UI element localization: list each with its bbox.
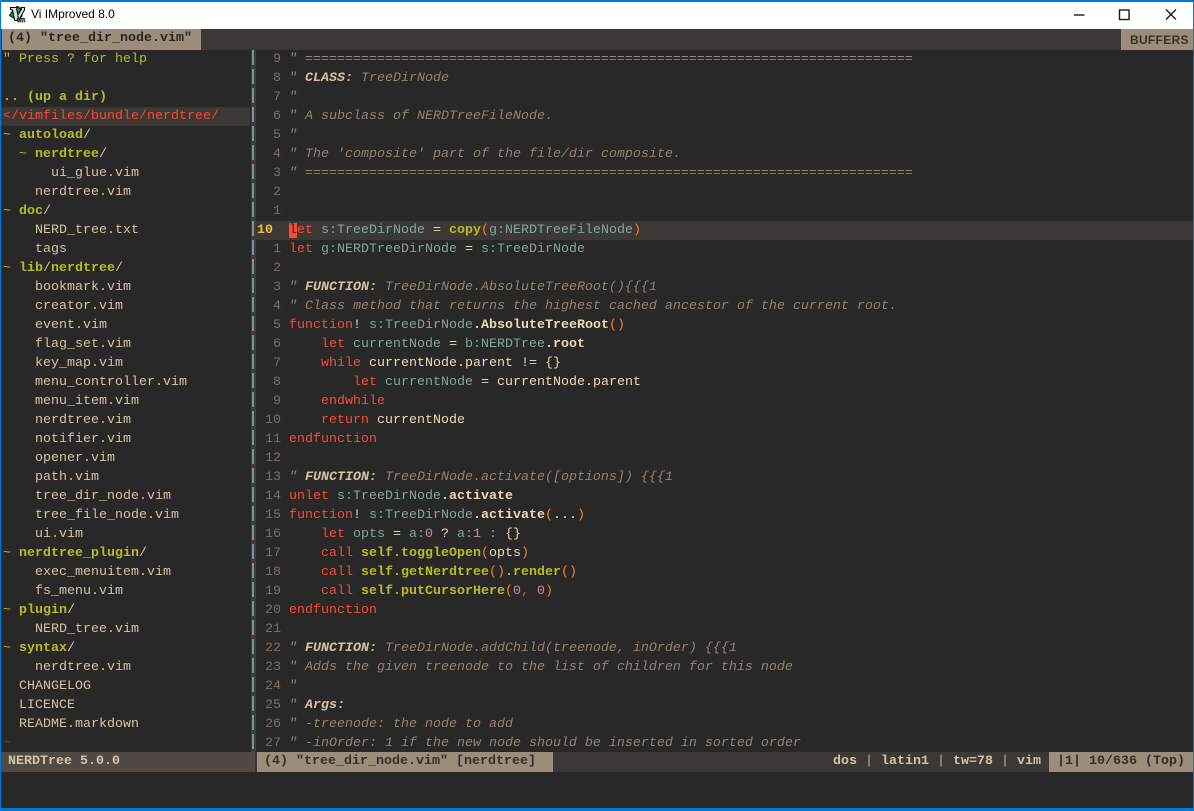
- svg-text:im: im: [17, 17, 25, 23]
